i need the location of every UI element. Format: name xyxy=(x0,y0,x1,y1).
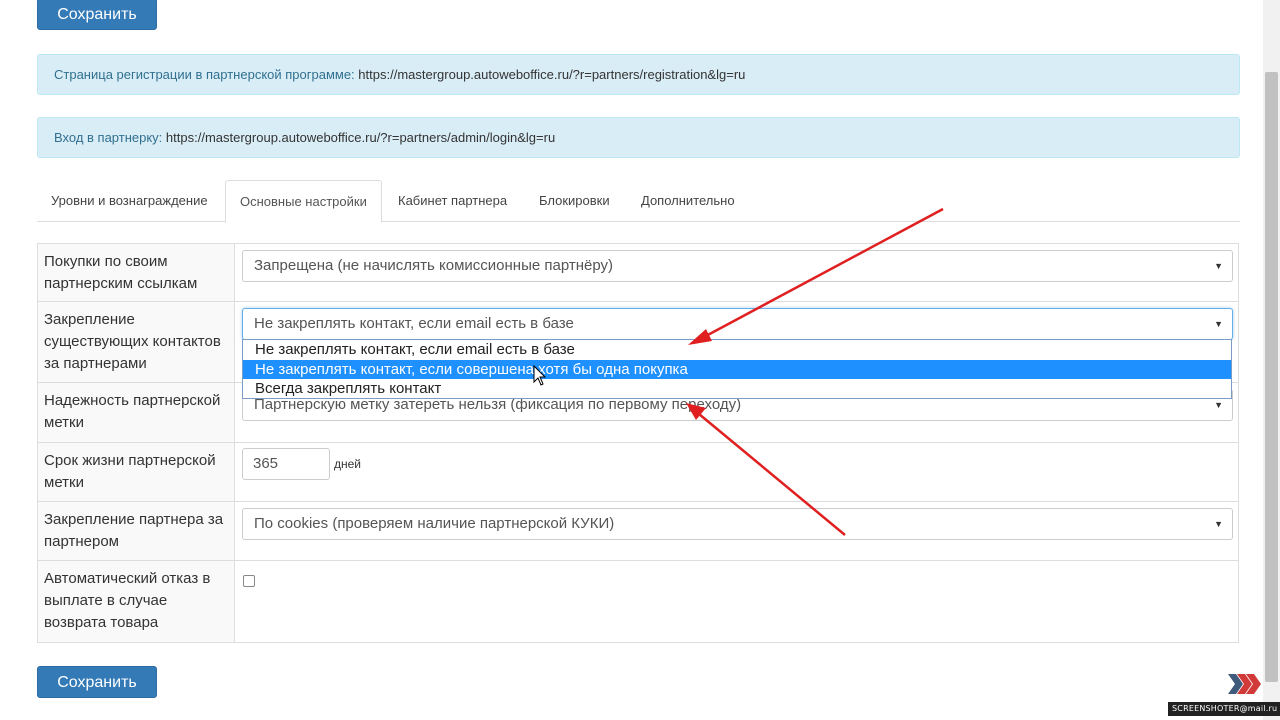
scrollbar-thumb[interactable] xyxy=(1265,72,1278,682)
tab-additional[interactable]: Дополнительно xyxy=(627,180,749,222)
login-link-label: Вход в партнерку: xyxy=(54,130,163,145)
partner-pin-value: По cookies (проверяем наличие партнерско… xyxy=(254,515,615,532)
registration-link-url[interactable]: https://mastergroup.autoweboffice.ru/?r=… xyxy=(358,67,745,82)
login-link-url[interactable]: https://mastergroup.autoweboffice.ru/?r=… xyxy=(166,130,555,145)
dropdown-option[interactable]: Не закреплять контакт, если email есть в… xyxy=(243,340,1231,360)
own-links-value: Запрещена (не начислять комиссионные пар… xyxy=(254,257,614,274)
pin-existing-label: Закрепление существующих контактов за па… xyxy=(38,302,235,382)
caret-down-icon: ▼ xyxy=(1214,519,1223,529)
chevrons-right-icon xyxy=(1228,674,1261,694)
reliability-label: Надежность партнерской метки xyxy=(38,383,235,442)
dropdown-option[interactable]: Всегда закреплять контакт xyxy=(243,379,1231,399)
own-links-select[interactable]: Запрещена (не начислять комиссионные пар… xyxy=(242,250,1233,282)
tab-partner-cabinet[interactable]: Кабинет партнера xyxy=(384,180,521,222)
tab-blocks[interactable]: Блокировки xyxy=(525,180,624,222)
pin-existing-value: Не закреплять контакт, если email есть в… xyxy=(254,315,574,332)
lifetime-label: Срок жизни партнерской метки xyxy=(38,443,235,501)
login-link-alert: Вход в партнерку: https://mastergroup.au… xyxy=(37,117,1240,158)
lifetime-input[interactable]: 365 xyxy=(242,448,330,480)
save-button-top[interactable]: Сохранить xyxy=(37,0,157,30)
save-button-bottom[interactable]: Сохранить xyxy=(37,666,157,698)
tab-main-settings[interactable]: Основные настройки xyxy=(225,180,382,223)
pin-existing-select[interactable]: Не закреплять контакт, если email есть в… xyxy=(242,308,1233,340)
screenshoter-watermark: SCREENSHOTER@mail.ru xyxy=(1168,702,1280,716)
caret-down-icon: ▼ xyxy=(1214,261,1223,271)
settings-tabs: Уровни и вознаграждение Основные настрой… xyxy=(37,180,1240,223)
row-lifetime: Срок жизни партнерской метки 365 дней xyxy=(38,443,1238,502)
auto-refuse-checkbox[interactable] xyxy=(243,575,255,587)
page-scrollbar[interactable] xyxy=(1263,0,1280,720)
tab-levels-rewards[interactable]: Уровни и вознаграждение xyxy=(37,180,222,222)
dropdown-option-highlighted[interactable]: Не закреплять контакт, если совершена хо… xyxy=(243,359,1231,379)
partner-pin-select[interactable]: По cookies (проверяем наличие партнерско… xyxy=(242,508,1233,540)
row-partner-pin: Закрепление партнера за партнером По coo… xyxy=(38,502,1238,561)
row-own-links: Покупки по своим партнерским ссылкам Зап… xyxy=(38,244,1238,302)
caret-down-icon: ▼ xyxy=(1214,319,1223,329)
row-auto-refuse: Автоматический отказ в выплате в случае … xyxy=(38,561,1238,642)
auto-refuse-label: Автоматический отказ в выплате в случае … xyxy=(38,561,235,642)
settings-form: Покупки по своим партнерским ссылкам Зап… xyxy=(37,243,1239,643)
registration-link-label: Страница регистрации в партнерской прогр… xyxy=(54,67,355,82)
partner-pin-label: Закрепление партнера за партнером xyxy=(38,502,235,560)
lifetime-unit: дней xyxy=(334,457,362,471)
own-links-label: Покупки по своим партнерским ссылкам xyxy=(38,244,235,301)
pin-existing-dropdown: Не закреплять контакт, если email есть в… xyxy=(242,339,1232,399)
registration-link-alert: Страница регистрации в партнерской прогр… xyxy=(37,54,1240,95)
